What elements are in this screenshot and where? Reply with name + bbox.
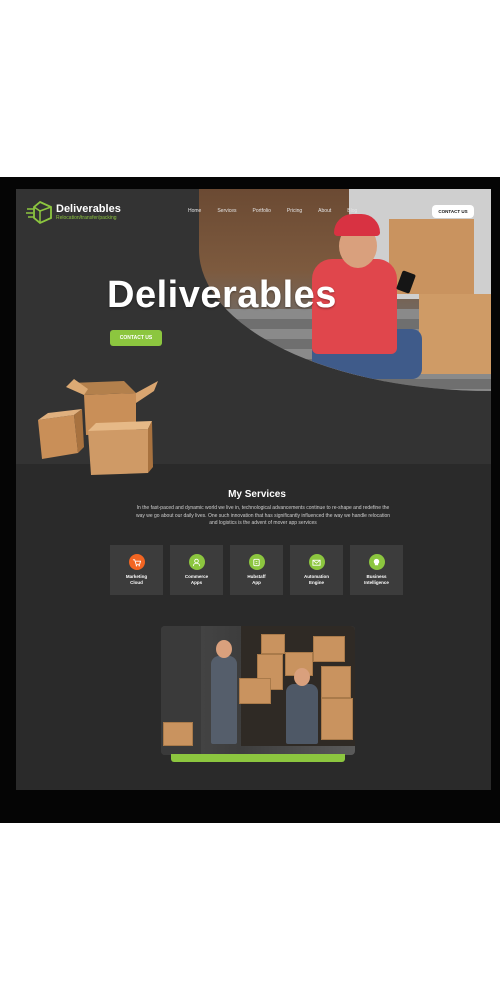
service-card-automation-engine[interactable]: Automation Engine bbox=[290, 545, 343, 595]
user-icon bbox=[188, 554, 205, 570]
logo-box-icon bbox=[26, 199, 54, 225]
card-label-line1: Business bbox=[366, 574, 387, 579]
card-label-line2: Apps bbox=[190, 580, 203, 585]
movers-photo bbox=[161, 626, 355, 755]
nav-contact-button[interactable]: CONTACT US bbox=[432, 205, 474, 218]
nav-item-services[interactable]: Services bbox=[217, 208, 236, 214]
hero-section: Deliverables Relocation/transfer/packing… bbox=[16, 189, 491, 475]
service-card-hubstaff-app[interactable]: Hubstaff App bbox=[230, 545, 283, 595]
nav-item-about[interactable]: About bbox=[318, 208, 331, 214]
lightbulb-icon bbox=[368, 554, 385, 570]
nav-item-pricing[interactable]: Pricing bbox=[287, 208, 302, 214]
hero-contact-button[interactable]: CONTACT US bbox=[110, 330, 162, 346]
card-label-line1: Automation bbox=[304, 574, 329, 579]
service-card-business-intelligence[interactable]: Business Intelligence bbox=[350, 545, 403, 595]
cardboard-boxes-image bbox=[36, 375, 161, 475]
accent-bar bbox=[171, 754, 345, 762]
brand-logo[interactable]: Deliverables Relocation/transfer/packing bbox=[26, 199, 121, 225]
nav-item-blog[interactable]: Blog bbox=[347, 208, 357, 214]
card-label-line2: Cloud bbox=[130, 580, 143, 585]
hero-title: Deliverables bbox=[107, 274, 337, 316]
brand-tagline: Relocation/transfer/packing bbox=[56, 215, 117, 221]
service-card-commerce-apps[interactable]: Commerce Apps bbox=[170, 545, 223, 595]
website-page: Deliverables Relocation/transfer/packing… bbox=[16, 189, 491, 790]
brand-name: Deliverables bbox=[56, 203, 121, 215]
mail-icon bbox=[308, 554, 325, 570]
nav-item-home[interactable]: Home bbox=[188, 208, 201, 214]
nav-item-portfolio[interactable]: Portfolio bbox=[253, 208, 271, 214]
card-label-line2: Engine bbox=[308, 580, 324, 585]
services-cards: Marketing Cloud Commerce Apps Hubstaff App … bbox=[110, 545, 403, 595]
card-label-line1: Marketing bbox=[125, 574, 148, 579]
services-description: In the fast-paced and dynamic world we l… bbox=[135, 505, 391, 526]
services-title: My Services bbox=[228, 489, 286, 500]
cart-icon bbox=[128, 554, 145, 570]
card-label-line1: Hubstaff bbox=[247, 574, 266, 579]
service-card-marketing-cloud[interactable]: Marketing Cloud bbox=[110, 545, 163, 595]
card-label-line2: App bbox=[252, 580, 261, 585]
card-label-line1: Commerce bbox=[184, 574, 209, 579]
clock-icon bbox=[248, 554, 265, 570]
main-nav: Home Services Portfolio Pricing About Bl… bbox=[188, 208, 373, 214]
card-label-line2: Intelligence bbox=[364, 580, 389, 585]
